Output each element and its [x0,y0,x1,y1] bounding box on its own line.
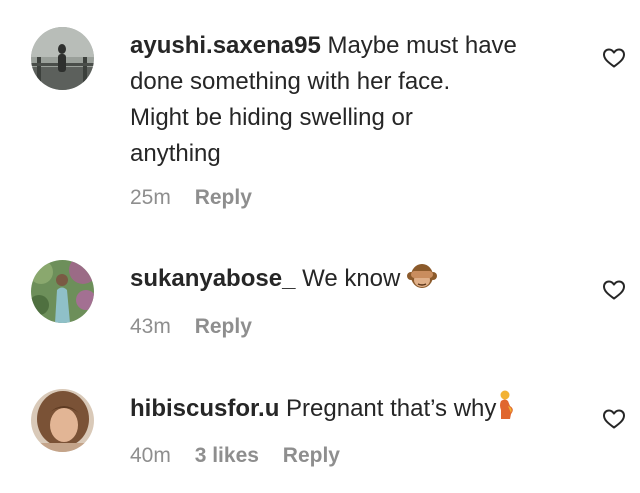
comment-username[interactable]: ayushi.saxena95 [130,32,321,59]
comment-body-line: We know [302,265,401,292]
comment-text: sukanyabose_ We know [130,261,570,301]
avatar[interactable] [31,389,94,452]
comment-text: hibiscusfor.u Pregnant that’s why [130,390,570,431]
avatar[interactable] [31,27,94,90]
comment-meta: 25m Reply [130,185,270,211]
avatar[interactable] [31,260,94,323]
comment-item: sukanyabose_ We know 43m Reply [0,230,640,360]
comment-meta: 40m 3 likes Reply [130,443,358,469]
comment-text: ayushi.saxena95 Maybe must have done som… [130,28,570,172]
comment-body-line: Might be hiding swelling or [130,104,413,131]
likes-count[interactable]: 3 likes [195,444,259,467]
reply-button[interactable]: Reply [195,315,252,338]
comment-body-line: Maybe must have [327,32,517,59]
comment-timestamp: 43m [130,315,171,338]
avatar-photo [31,27,94,90]
comment-username[interactable]: hibiscusfor.u [130,395,279,422]
comment-item: ayushi.saxena95 Maybe must have done som… [0,0,640,230]
like-heart-icon[interactable] [602,278,626,302]
avatar-photo [31,389,94,452]
like-heart-icon[interactable] [602,407,626,431]
pregnant-woman-icon [496,390,516,431]
comment-timestamp: 40m [130,444,171,467]
comment-item: hibiscusfor.u Pregnant that’s why 40m 3 … [0,360,640,493]
reply-button[interactable]: Reply [283,444,340,467]
see-no-evil-monkey-icon [407,262,438,301]
comment-meta: 43m Reply [130,314,270,340]
avatar-photo [31,260,94,323]
comment-username[interactable]: sukanyabose_ [130,265,295,292]
reply-button[interactable]: Reply [195,186,252,209]
comment-body-line: anything [130,140,221,167]
comment-timestamp: 25m [130,186,171,209]
comment-body-line: done something with her face. [130,68,451,95]
like-heart-icon[interactable] [602,46,626,70]
comment-body-line: Pregnant that’s why [286,395,497,422]
